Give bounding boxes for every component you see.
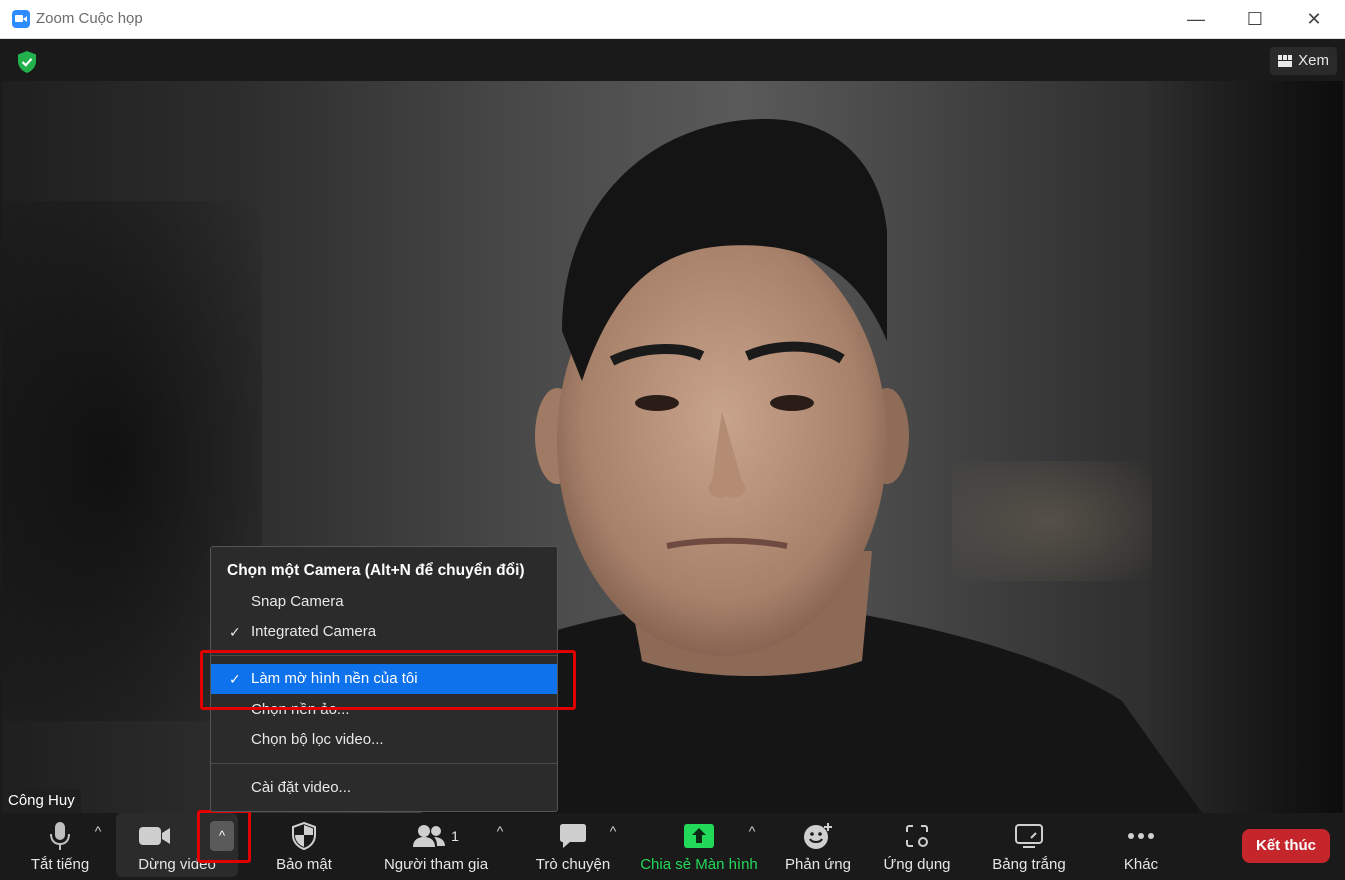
maximize-button[interactable]: ☐ [1226, 0, 1284, 38]
participants-options-caret[interactable]: ^ [492, 823, 508, 839]
more-button[interactable]: Khác [1110, 813, 1172, 877]
menu-item-label: Chọn bộ lọc video... [251, 731, 384, 748]
zoom-logo-icon [12, 10, 30, 28]
participants-count: 1 [451, 828, 459, 844]
view-button[interactable]: Xem [1270, 47, 1337, 75]
reactions-label: Phản ứng [785, 856, 851, 873]
caret-highlight-annotation [197, 810, 251, 863]
chat-button[interactable]: Trò chuyện [530, 813, 616, 877]
reactions-button[interactable]: Phản ứng [780, 813, 856, 877]
check-icon: ✓ [229, 624, 241, 640]
whiteboard-label: Bảng trắng [992, 856, 1066, 873]
participants-icon [413, 825, 446, 847]
menu-item-label: Snap Camera [251, 593, 344, 610]
menu-item-label: Cài đặt video... [251, 779, 352, 796]
chat-options-caret[interactable]: ^ [605, 823, 621, 839]
minimize-button[interactable]: — [1167, 0, 1225, 38]
video-camera-icon [139, 827, 170, 845]
participant-name-tag: Công Huy [2, 789, 81, 813]
menu-header: Chọn một Camera (Alt+N để chuyển đổi) [227, 562, 525, 579]
security-label: Bảo mật [276, 856, 332, 873]
menu-item-video-filter[interactable]: Chọn bộ lọc video... [211, 725, 557, 755]
view-label: Xem [1298, 52, 1329, 69]
participants-label: Người tham gia [383, 856, 489, 873]
grid-view-icon [1278, 55, 1293, 67]
menu-item-label: Integrated Camera [251, 623, 377, 640]
mute-button[interactable]: Tắt tiếng [22, 813, 98, 877]
end-meeting-button[interactable]: Kết thúc [1242, 829, 1330, 863]
audio-options-caret[interactable]: ^ [90, 823, 106, 839]
whiteboard-button[interactable]: Bảng trắng [985, 813, 1073, 877]
encryption-shield-icon[interactable] [14, 49, 40, 75]
title-bar: Zoom Cuộc họp — ☐ ✕ [0, 0, 1345, 39]
whiteboard-icon [1015, 824, 1043, 848]
mute-label: Tắt tiếng [30, 856, 90, 873]
more-label: Khác [1123, 856, 1159, 873]
close-button[interactable]: ✕ [1285, 0, 1343, 38]
more-dots-icon [1128, 833, 1154, 839]
meeting-toolbar: Tắt tiếng ^ Dừng video ^ Bảo mật 1 Người… [0, 810, 1345, 880]
security-shield-icon [292, 822, 316, 850]
meeting-top-bar: Xem [0, 39, 1345, 81]
window-title: Zoom Cuộc họp [36, 10, 143, 27]
blur-option-highlight-annotation [200, 650, 576, 710]
apps-label: Ứng dụng [883, 856, 951, 873]
participants-button[interactable]: 1 Người tham gia [378, 813, 494, 877]
share-screen-label: Chia sẻ Màn hình [640, 856, 758, 873]
menu-separator [211, 763, 557, 764]
reaction-emoji-icon [804, 823, 832, 849]
microphone-icon [50, 822, 70, 850]
share-options-caret[interactable]: ^ [744, 823, 760, 839]
apps-button[interactable]: Ứng dụng [878, 813, 956, 877]
menu-item-video-settings[interactable]: Cài đặt video... [211, 773, 557, 803]
security-button[interactable]: Bảo mật [268, 813, 340, 877]
share-screen-icon [684, 824, 714, 848]
menu-item-snap-camera[interactable]: Snap Camera [211, 587, 557, 617]
menu-item-integrated-camera[interactable]: ✓ Integrated Camera [211, 617, 557, 647]
chat-label: Trò chuyện [535, 856, 611, 873]
apps-icon [906, 825, 928, 847]
chat-bubble-icon [560, 824, 586, 848]
